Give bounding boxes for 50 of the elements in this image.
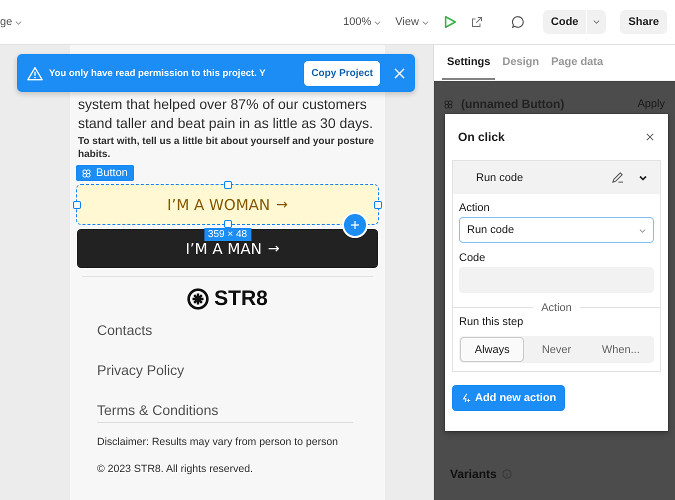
choice-button[interactable]: I’M A WOMAN → [77,185,378,224]
chevron-down-icon [15,18,22,26]
logo-text: STR8 [214,287,268,311]
resize-handle[interactable] [224,181,232,189]
variants-label: Variants [450,467,497,481]
resize-handle[interactable] [73,201,81,209]
chevron-down-icon [639,226,646,234]
segment-option[interactable]: Always [460,337,524,362]
component-icon [444,100,453,108]
dialog-title: On click [458,130,505,144]
play-icon[interactable] [442,15,457,29]
component-icon [82,168,91,178]
page-paragraph: system that helped over 87% of our customers stand taller and beat pain in as little as 30 days. [77,95,374,133]
size-badge: 359 × 48 [204,228,252,241]
footer-link[interactable]: Terms & Conditions [97,401,358,420]
action-select[interactable]: Run code [459,217,654,243]
step-title: Run code [476,172,524,184]
disclaimer-text: Disclaimer: Results may vary from person to person [96,435,339,448]
share-button[interactable]: Share [620,10,667,34]
chevron-down-icon [593,18,600,25]
zoom-menu[interactable]: 100% [343,16,382,28]
banner-message: You only have read permission to this project. Y [49,68,266,78]
logo-icon [187,288,210,310]
view-menu[interactable]: View [395,16,429,28]
chevron-down-icon [422,18,429,26]
resize-handle[interactable] [374,201,382,209]
external-link-icon[interactable] [470,16,483,28]
segment-option[interactable]: Never [524,337,589,362]
plus-icon [350,220,360,230]
run-step-label: Run this step [459,316,524,328]
page-prompt: To start with, tell us a little bit about yourself and your posture habits. [77,135,375,161]
selection-label: Button [76,165,134,181]
copy-project-button[interactable]: Copy Project [304,60,380,86]
warning-icon [27,66,43,80]
resize-handle[interactable] [224,220,232,228]
page-menu[interactable]: ge [0,16,22,28]
segment-option[interactable]: When... [588,337,653,362]
lightning-plus-icon [461,393,471,403]
code-label: Code [459,252,486,264]
section-label: Action [533,302,580,314]
pencil-icon[interactable] [611,171,624,184]
action-label: Action [459,202,491,214]
chevron-down-icon [374,18,382,26]
footer-link[interactable]: Contacts [97,321,358,340]
comment-icon[interactable] [510,15,525,29]
info-icon [502,469,512,479]
footer-link[interactable]: Privacy Policy [97,361,358,380]
copyright-text: © 2023 STR8. All rights reserved. [96,462,254,475]
close-icon[interactable] [646,133,654,141]
code-button[interactable]: Code [542,10,586,34]
